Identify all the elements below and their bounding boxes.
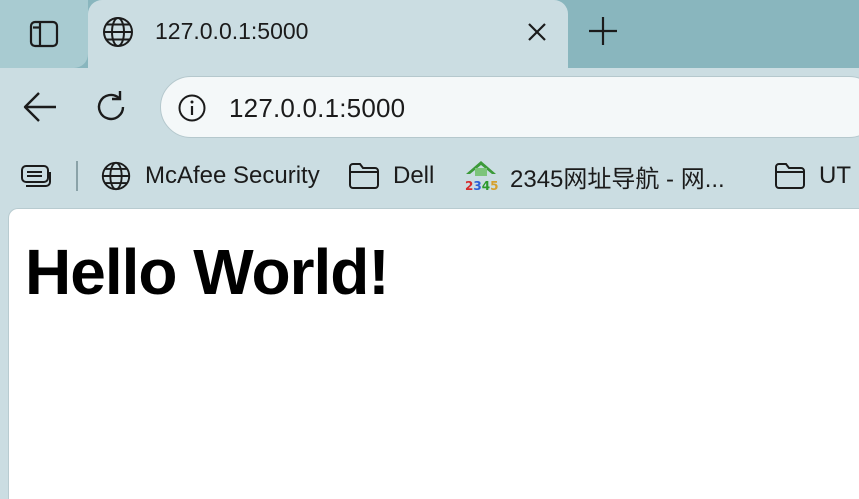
tab-strip: 127.0.0.1:5000 (0, 0, 859, 68)
bookmark-2345[interactable]: 2345 2345网址导航 - 网... (464, 158, 725, 194)
folder-icon (775, 163, 805, 189)
globe-icon (101, 161, 131, 191)
bookmark-dell-folder[interactable]: Dell (347, 158, 434, 194)
page-heading: Hello World! (25, 236, 390, 308)
sidebar-toggle-button[interactable] (0, 0, 88, 68)
navigation-toolbar: 127.0.0.1:5000 (0, 68, 859, 148)
bookmarks-divider (76, 161, 78, 191)
back-arrow-icon[interactable] (22, 90, 58, 124)
tab-title: 127.0.0.1:5000 (155, 18, 309, 44)
bookmark-label: McAfee Security (145, 162, 320, 189)
collections-button[interactable] (20, 158, 52, 194)
url-text[interactable]: 127.0.0.1:5000 (229, 93, 405, 124)
info-icon[interactable] (177, 93, 207, 123)
bookmark-label: 2345网址导航 - 网... (510, 165, 725, 193)
bookmark-label: Dell (393, 162, 435, 189)
sidebar-icon (29, 20, 59, 48)
active-tab[interactable]: 127.0.0.1:5000 (88, 0, 568, 68)
close-icon[interactable] (526, 21, 548, 43)
bookmark-mcafee[interactable]: McAfee Security (99, 158, 320, 194)
collections-icon (21, 165, 51, 187)
bookmarks-bar: McAfee Security Dell 2345 2345网址导航 - 网..… (0, 148, 859, 206)
reload-icon[interactable] (92, 88, 130, 126)
address-bar[interactable]: 127.0.0.1:5000 (160, 76, 859, 138)
bookmark-ut-folder[interactable]: UT (773, 158, 851, 194)
2345-logo-text: 2345 (465, 179, 498, 193)
new-tab-icon[interactable] (586, 14, 620, 48)
2345-logo-icon: 2345 (465, 161, 498, 193)
bookmark-label: UT (819, 162, 851, 189)
folder-icon (349, 163, 379, 189)
globe-icon (103, 17, 133, 47)
page-content: Hello World! (8, 208, 859, 499)
